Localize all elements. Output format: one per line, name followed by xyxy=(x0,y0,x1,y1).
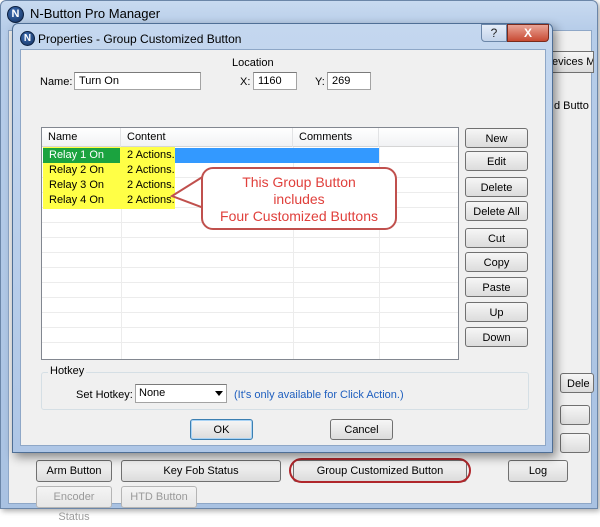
dialog-title: Properties - Group Customized Button xyxy=(38,32,242,46)
delete-all-button[interactable]: Delete All xyxy=(465,201,528,221)
app-logo-icon: N xyxy=(7,6,24,23)
partial-button[interactable] xyxy=(560,405,590,425)
main-window-title: N-Button Pro Manager xyxy=(30,6,161,21)
y-label: Y: xyxy=(315,76,325,88)
list-item-content: 2 Actions. xyxy=(121,148,175,163)
column-header-comments[interactable]: Comments xyxy=(293,128,379,147)
list-item-comments xyxy=(293,148,379,163)
partial-button[interactable] xyxy=(560,433,590,453)
list-item-content: 2 Actions. xyxy=(127,164,175,176)
column-header-name[interactable]: Name xyxy=(42,128,121,147)
arm-button[interactable]: Arm Button xyxy=(36,460,112,482)
hotkey-group-label: Hotkey xyxy=(48,365,87,377)
column-header-content[interactable]: Content xyxy=(121,128,293,147)
edit-button[interactable]: Edit xyxy=(465,151,528,171)
annotation-oval xyxy=(289,458,471,483)
delete-button[interactable]: Delete xyxy=(465,177,528,197)
list-item-name: Relay 1 On xyxy=(43,148,120,163)
hotkey-select[interactable]: None xyxy=(135,384,227,403)
close-icon[interactable]: X xyxy=(507,24,549,42)
annotation-callout: This Group Button includes Four Customiz… xyxy=(201,167,397,230)
list-item-name: Relay 4 On xyxy=(49,194,105,206)
list-item-name: Relay 2 On xyxy=(49,164,105,176)
name-field[interactable]: Turn On xyxy=(74,72,201,90)
cut-button[interactable]: Cut xyxy=(465,228,528,248)
name-label: Name: xyxy=(40,76,73,88)
buttons-list[interactable]: Name Content Comments Relay 1 On 2 Actio… xyxy=(41,127,459,360)
list-item[interactable]: Relay 1 On 2 Actions. xyxy=(42,148,458,163)
hotkey-selected-value: None xyxy=(139,387,166,399)
ok-button[interactable]: OK xyxy=(190,419,253,440)
dialog-logo-icon: N xyxy=(20,31,35,46)
copy-button[interactable]: Copy xyxy=(465,252,528,272)
paste-button[interactable]: Paste xyxy=(465,277,528,297)
list-item-content: 2 Actions. xyxy=(127,179,175,191)
selection-bar xyxy=(175,148,293,163)
partial-label: d Butto xyxy=(554,100,589,112)
callout-line: includes xyxy=(273,191,325,207)
list-item-content: 2 Actions. xyxy=(127,194,175,206)
htd-button[interactable]: HTD Button xyxy=(121,486,197,508)
x-label: X: xyxy=(240,76,251,88)
list-header: Name Content Comments xyxy=(42,128,458,147)
help-icon[interactable]: ? xyxy=(481,24,507,42)
y-field[interactable]: 269 xyxy=(327,72,371,90)
hotkey-hint: (It's only available for Click Action.) xyxy=(234,389,404,401)
chevron-down-icon xyxy=(215,391,223,396)
new-button[interactable]: New xyxy=(465,128,528,148)
list-item-name: Relay 3 On xyxy=(49,179,105,191)
x-field[interactable]: 1160 xyxy=(253,72,297,90)
partial-delete-button[interactable]: Dele xyxy=(560,373,594,393)
devices-manager-tab[interactable]: evices Ma xyxy=(548,51,594,73)
cancel-button[interactable]: Cancel xyxy=(330,419,393,440)
key-fob-status-button[interactable]: Key Fob Status xyxy=(121,460,281,482)
set-hotkey-label: Set Hotkey: xyxy=(76,389,133,401)
up-button[interactable]: Up xyxy=(465,302,528,322)
callout-line: Four Customized Buttons xyxy=(220,208,378,224)
location-label: Location xyxy=(232,57,274,69)
callout-line: This Group Button xyxy=(242,174,356,190)
log-button[interactable]: Log xyxy=(508,460,568,482)
encoder-status-button[interactable]: Encoder Status xyxy=(36,486,112,523)
down-button[interactable]: Down xyxy=(465,327,528,347)
